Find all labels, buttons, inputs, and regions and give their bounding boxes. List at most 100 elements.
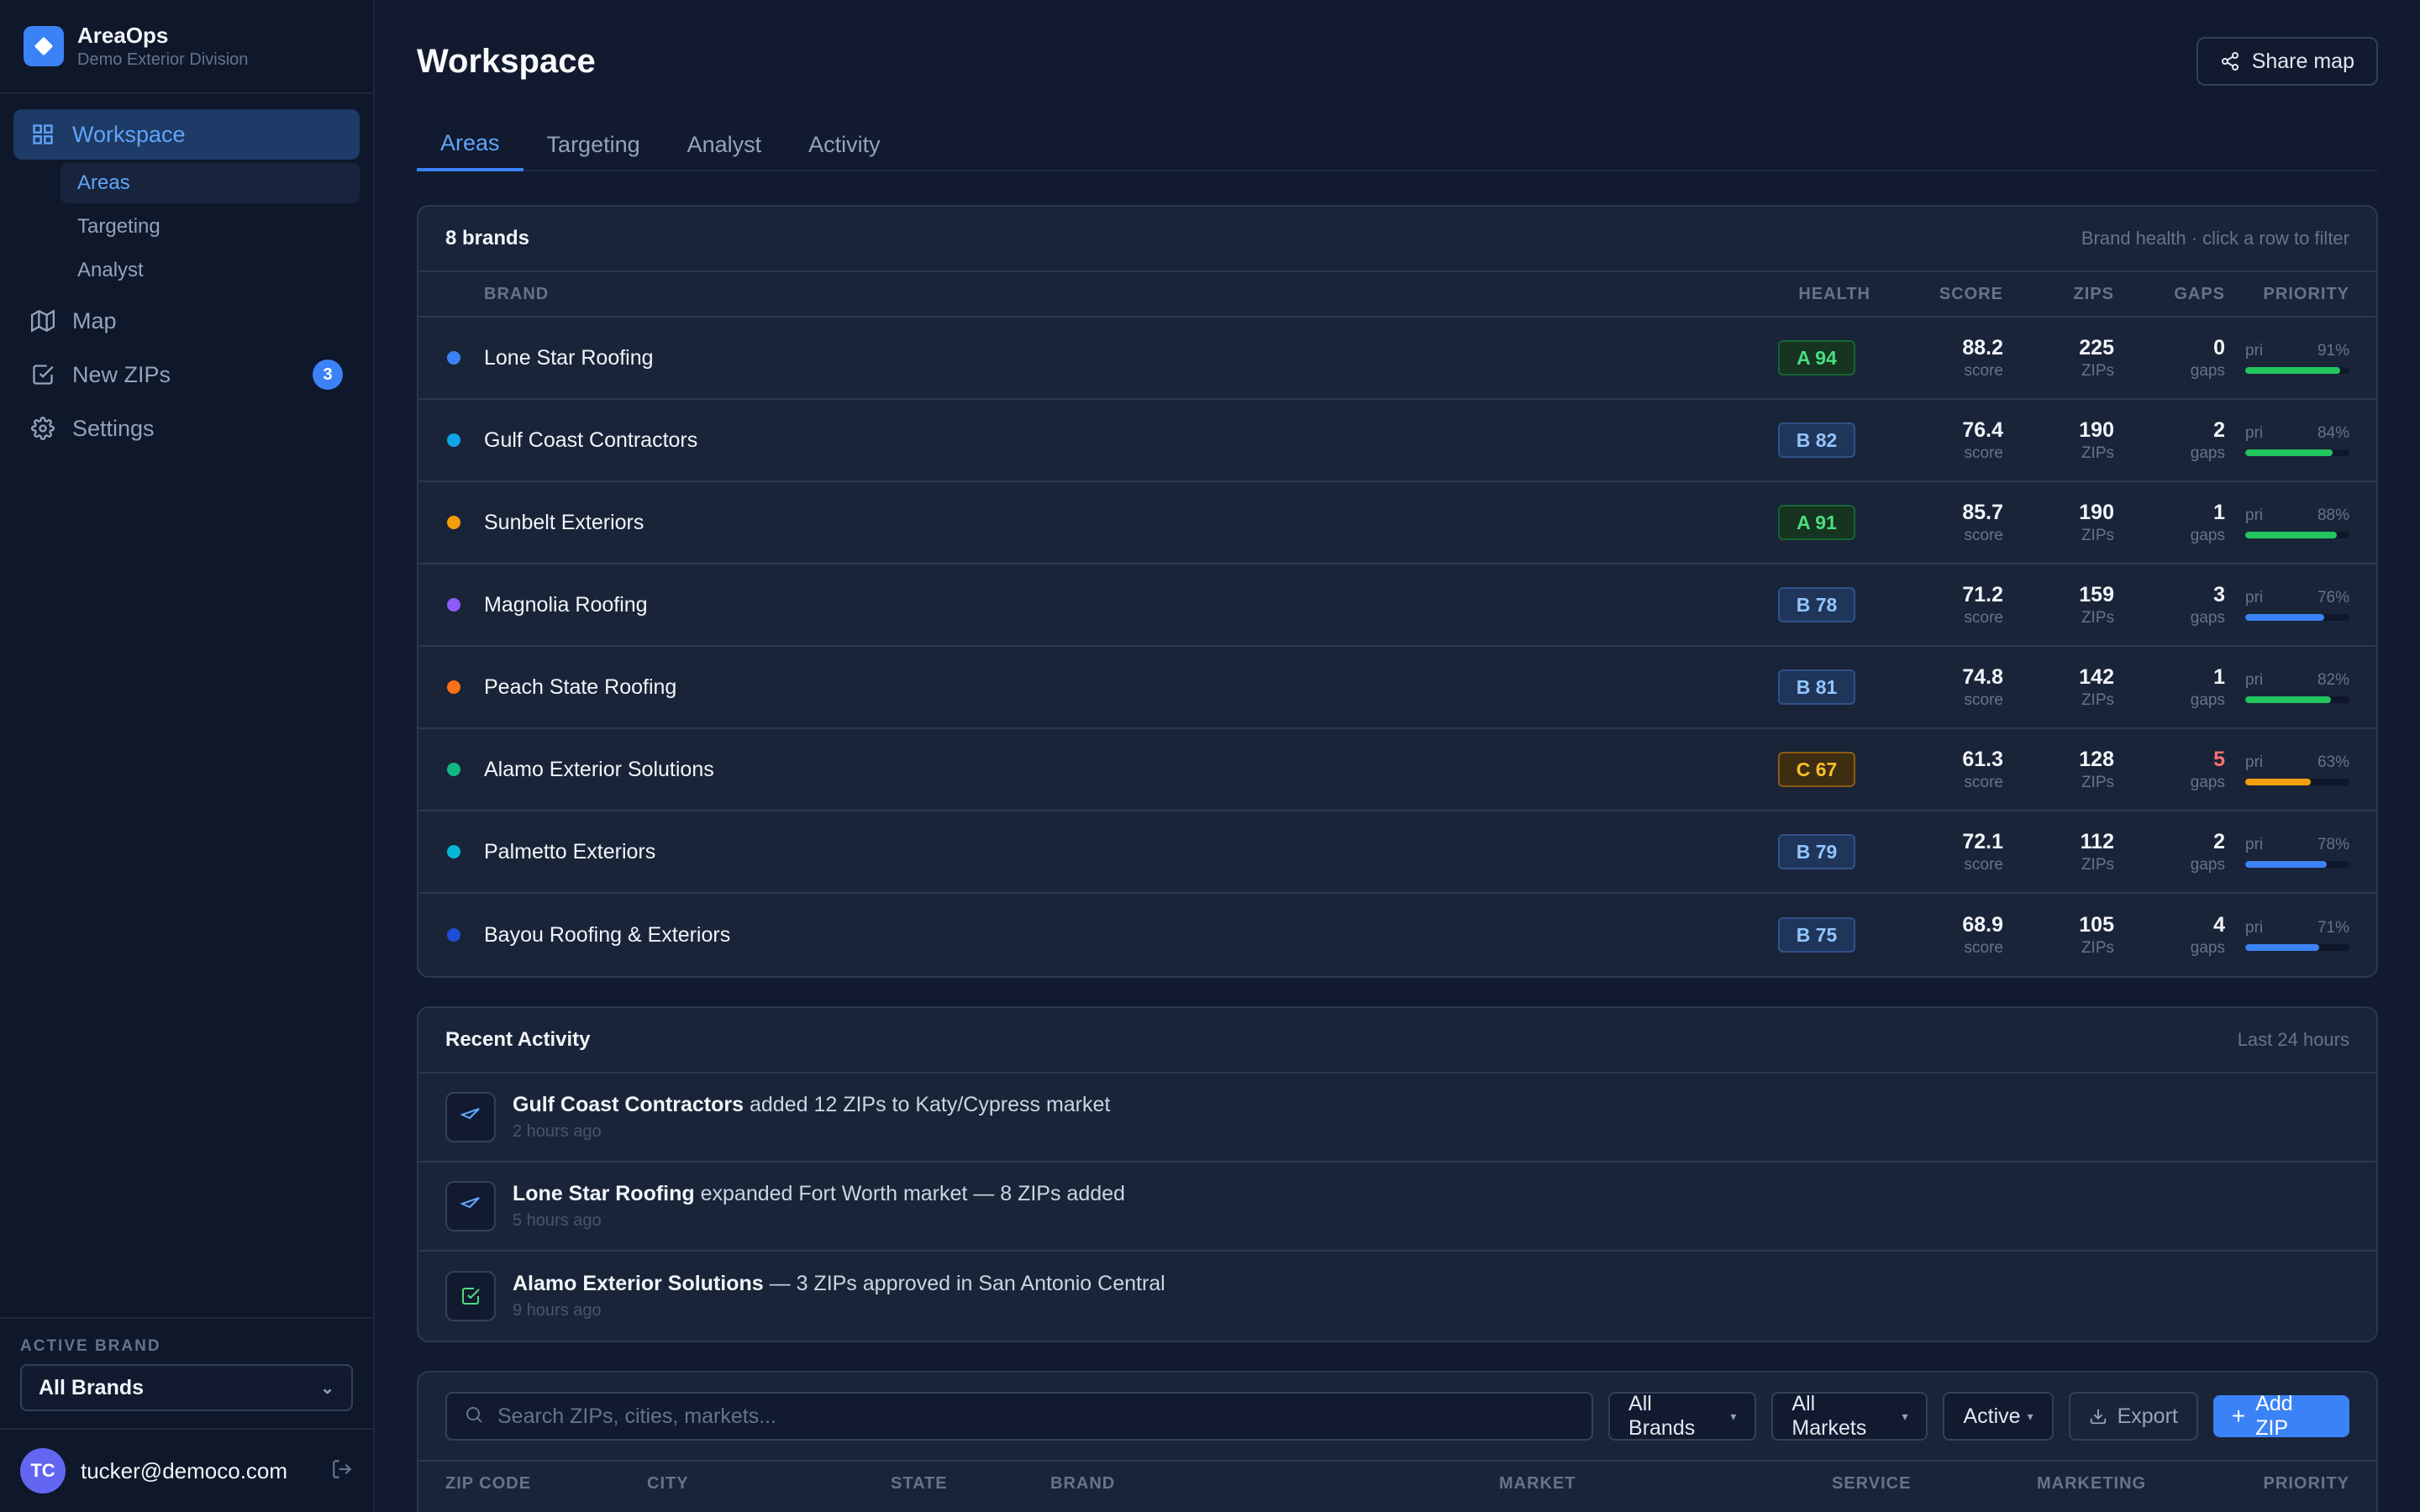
brands-count-title: 8 brands	[445, 227, 530, 249]
zips-sublabel: ZIPs	[2081, 608, 2114, 627]
active-brand-value: All Brands	[39, 1375, 145, 1399]
col-score[interactable]: SCORE	[1892, 285, 2003, 304]
active-brand-select[interactable]: All Brands ⌄	[20, 1364, 353, 1411]
zip-toolbar: All Brands▾ All Markets▾ Active▾ Export …	[418, 1373, 2376, 1462]
avatar: TC	[20, 1448, 66, 1494]
user-email: tucker@democo.com	[81, 1457, 288, 1483]
col-service[interactable]: SERVICE	[1832, 1474, 2037, 1494]
zips-value: 112	[2080, 829, 2114, 853]
zips-sublabel: ZIPs	[2081, 361, 2114, 380]
brand-color-dot	[447, 928, 460, 942]
health-grade-badge: B 78	[1777, 587, 1856, 622]
table-row[interactable]: Alamo Exterior Solutions C 67 61.3 score 128…	[418, 729, 2376, 811]
sidebar-item-settings[interactable]: Settings	[13, 403, 360, 454]
col-marketing[interactable]: MARKETING	[2037, 1474, 2205, 1494]
priority-bar	[2245, 861, 2349, 868]
filter-status-select[interactable]: Active ▾	[1943, 1392, 2054, 1441]
priority-bar-fill	[2245, 367, 2340, 374]
score-value: 68.9	[1962, 912, 2003, 937]
priority-bar-fill	[2245, 696, 2331, 703]
add-zip-label: Add ZIP	[2255, 1392, 2293, 1440]
check-square-icon	[30, 362, 55, 387]
zips-value: 190	[2079, 500, 2114, 524]
col-gaps[interactable]: GAPS	[2114, 285, 2225, 304]
brand-name: Alamo Exterior Solutions	[484, 757, 714, 781]
brand-name: Lone Star Roofing	[484, 345, 654, 370]
activity-brand: Alamo Exterior Solutions	[513, 1272, 764, 1295]
tab-areas[interactable]: Areas	[417, 118, 523, 171]
col-state[interactable]: STATE	[891, 1474, 1050, 1494]
sidebar-subitem-targeting[interactable]: Targeting	[60, 207, 360, 247]
activity-item[interactable]: Gulf Coast Contractors added 12 ZIPs to …	[418, 1074, 2376, 1163]
col-priority[interactable]: PRIORITY	[2205, 1474, 2349, 1494]
tab-targeting[interactable]: Targeting	[523, 118, 664, 171]
brand-name: Sunbelt Exteriors	[484, 510, 644, 534]
priority-sublabel: pri	[2245, 919, 2264, 937]
col-zip-code[interactable]: ZIP CODE	[445, 1474, 647, 1494]
priority-sublabel: pri	[2245, 507, 2264, 524]
zip-search-input[interactable]	[497, 1404, 1576, 1429]
gaps-value: 0	[2213, 335, 2225, 360]
gaps-value: 1	[2213, 664, 2225, 689]
sidebar-item-new-zips[interactable]: New ZIPs 3	[13, 349, 360, 400]
sidebar-item-workspace[interactable]: Workspace	[13, 109, 360, 160]
logout-icon[interactable]	[331, 1458, 353, 1484]
health-grade-badge: A 91	[1778, 505, 1855, 540]
share-map-button[interactable]: Share map	[2196, 37, 2378, 86]
priority-bar-fill	[2245, 532, 2338, 538]
table-row[interactable]: Magnolia Roofing B 78 71.2 score 159 ZIPs 3 gap…	[418, 564, 2376, 647]
table-row[interactable]: Palmetto Exteriors B 79 72.1 score 112 ZIPs 2 g…	[418, 811, 2376, 894]
tab-analyst[interactable]: Analyst	[664, 118, 786, 171]
filter-markets-select[interactable]: All Markets ▾	[1771, 1392, 1928, 1441]
brand-color-dot	[447, 598, 460, 612]
activity-item[interactable]: Lone Star Roofing expanded Fort Worth ma…	[418, 1163, 2376, 1252]
sidebar-nav: Workspace Areas Targeting Analyst Map Ne…	[0, 94, 373, 472]
gaps-sublabel: gaps	[2190, 444, 2225, 462]
table-row[interactable]: Bayou Roofing & Exteriors B 75 68.9 score 10…	[418, 894, 2376, 976]
health-grade-badge: B 75	[1777, 917, 1856, 953]
sidebar-item-label: Settings	[72, 415, 155, 441]
send-icon	[445, 1092, 496, 1142]
col-brand[interactable]: BRAND	[1050, 1474, 1499, 1494]
brand-color-dot	[447, 680, 460, 694]
activity-brand: Lone Star Roofing	[513, 1182, 695, 1205]
sidebar-item-map[interactable]: Map	[13, 296, 360, 346]
table-row[interactable]: Gulf Coast Contractors B 82 76.4 score 190 ZI…	[418, 400, 2376, 482]
score-sublabel: score	[1964, 773, 2003, 791]
col-market[interactable]: MARKET	[1499, 1474, 1832, 1494]
brands-card-note: Brand health · click a row to filter	[2081, 228, 2349, 249]
col-health[interactable]: HEALTH	[1741, 285, 1892, 304]
priority-value: 91%	[2317, 342, 2349, 360]
tab-activity[interactable]: Activity	[785, 118, 904, 171]
col-brand[interactable]: BRAND	[484, 285, 1741, 304]
brand-name: Magnolia Roofing	[484, 592, 648, 617]
filter-brands-select[interactable]: All Brands ▾	[1608, 1392, 1757, 1441]
score-value: 88.2	[1962, 335, 2003, 360]
export-button[interactable]: Export	[2068, 1392, 2198, 1441]
table-row[interactable]: Sunbelt Exteriors A 91 85.7 score 190 ZIPs 1 ga…	[418, 482, 2376, 564]
main-content: Workspace Share map Areas Targeting Anal…	[417, 0, 2378, 1512]
sidebar-subitem-analyst[interactable]: Analyst	[60, 250, 360, 291]
sidebar: AreaOps Demo Exterior Division Workspace…	[0, 0, 375, 1512]
gaps-value: 2	[2213, 829, 2225, 853]
score-sublabel: score	[1964, 361, 2003, 380]
health-grade-badge: A 94	[1778, 340, 1855, 375]
col-city[interactable]: CITY	[647, 1474, 891, 1494]
priority-value: 63%	[2317, 753, 2349, 771]
table-row[interactable]: Peach State Roofing B 81 74.8 score 142 ZIPs 1…	[418, 647, 2376, 729]
activity-item[interactable]: Alamo Exterior Solutions — 3 ZIPs approv…	[418, 1252, 2376, 1341]
activity-list: Gulf Coast Contractors added 12 ZIPs to …	[418, 1074, 2376, 1341]
add-zip-button[interactable]: + Add ZIP	[2212, 1392, 2350, 1440]
send-icon	[445, 1181, 496, 1231]
col-zips[interactable]: ZIPS	[2003, 285, 2114, 304]
sidebar-subitem-areas[interactable]: Areas	[60, 163, 360, 203]
health-grade-badge: B 81	[1777, 669, 1856, 705]
brands-card: 8 brands Brand health · click a row to f…	[417, 205, 2378, 978]
activity-title: Recent Activity	[445, 1028, 591, 1051]
brands-table-body: Lone Star Roofing A 94 88.2 score 225 ZIPs 0 ga…	[418, 318, 2376, 976]
col-priority[interactable]: PRIORITY	[2225, 285, 2376, 304]
priority-bar-fill	[2245, 944, 2320, 951]
score-value: 85.7	[1962, 500, 2003, 524]
table-row[interactable]: Lone Star Roofing A 94 88.2 score 225 ZIPs 0 ga…	[418, 318, 2376, 400]
zips-sublabel: ZIPs	[2081, 444, 2114, 462]
